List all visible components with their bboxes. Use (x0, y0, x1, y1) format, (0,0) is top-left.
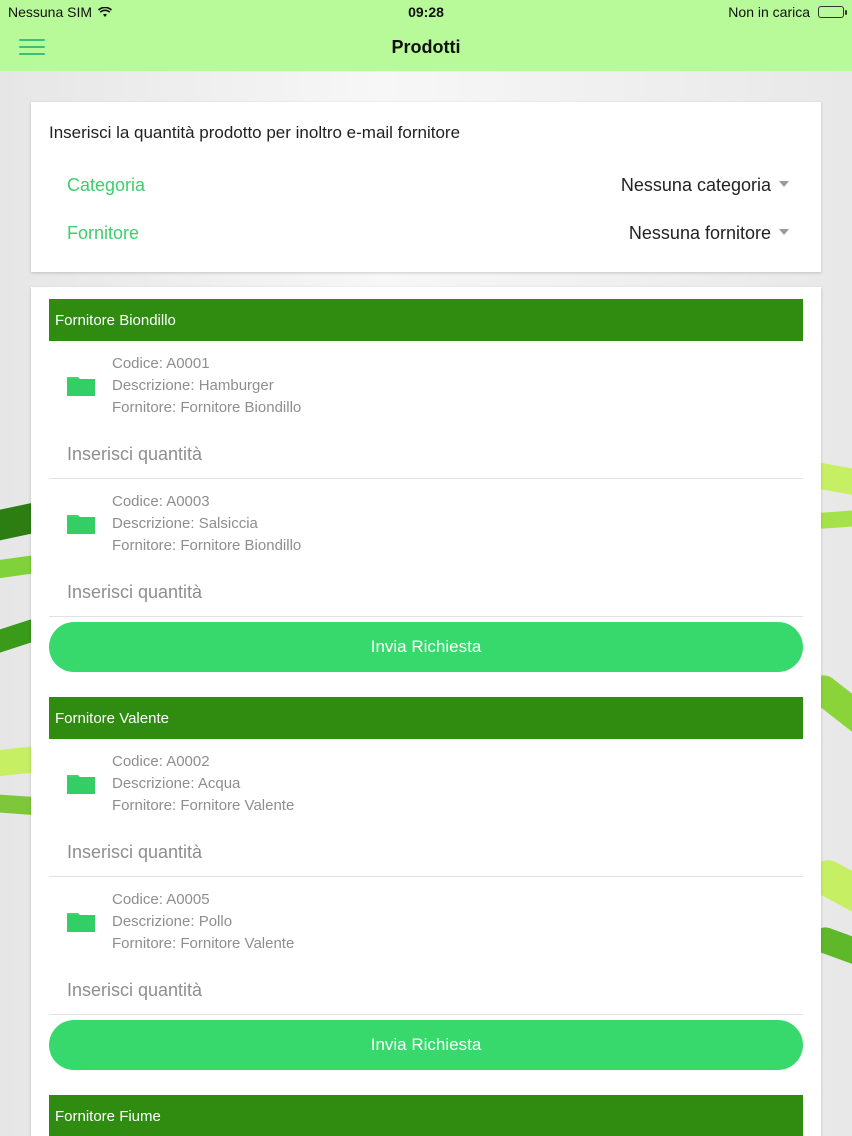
product-item: Codice: A0001 Descrizione: Hamburger For… (49, 341, 803, 479)
category-value: Nessuna categoria (620, 174, 771, 195)
status-time: 09:28 (408, 4, 444, 20)
battery-icon (818, 6, 847, 18)
product-item: Codice: A0003 Descrizione: Salsiccia For… (49, 479, 803, 617)
quantity-input[interactable] (67, 439, 767, 469)
group-header: Fornitore Fiume (49, 1095, 803, 1136)
product-item: Codice: A0002 Descrizione: Acqua Fornito… (49, 739, 803, 877)
supplier-group: Fornitore Valente Codice: A0002 Descrizi… (31, 697, 821, 1070)
quantity-input[interactable] (67, 975, 767, 1005)
wifi-icon (98, 6, 113, 17)
supplier-row: Fornitore Nessuna fornitore (67, 218, 789, 248)
folder-icon (67, 377, 95, 396)
supplier-value: Nessuna fornitore (628, 222, 771, 243)
chevron-down-icon (779, 181, 789, 187)
send-request-button[interactable]: Invia Richiesta (49, 1020, 803, 1070)
supplier-label: Fornitore (67, 222, 140, 243)
status-bar: Nessuna SIM 09:28 Non in carica (0, 0, 852, 24)
filter-card: Inserisci la quantità prodotto per inolt… (31, 102, 821, 272)
folder-icon (67, 775, 95, 794)
group-header: Fornitore Biondillo (49, 299, 803, 341)
product-supplier: Fornitore: Fornitore Valente (112, 935, 295, 952)
product-description: Descrizione: Salsiccia (112, 515, 258, 532)
send-request-button[interactable]: Invia Richiesta (49, 622, 803, 672)
folder-icon (67, 515, 95, 534)
hamburger-menu-icon[interactable] (19, 39, 45, 57)
chevron-down-icon (779, 229, 789, 235)
category-label: Categoria (67, 174, 146, 195)
supplier-group: Fornitore Biondillo Codice: A0001 Descri… (31, 299, 821, 672)
group-header: Fornitore Valente (49, 697, 803, 739)
nav-bar: Prodotti (0, 24, 852, 71)
folder-icon (67, 913, 95, 932)
product-description: Descrizione: Acqua (112, 775, 241, 792)
product-code: Codice: A0003 (112, 493, 210, 510)
product-code: Codice: A0005 (112, 891, 210, 908)
quantity-input[interactable] (67, 577, 767, 607)
product-supplier: Fornitore: Fornitore Biondillo (112, 399, 302, 416)
product-code: Codice: A0001 (112, 355, 210, 372)
product-description: Descrizione: Hamburger (112, 377, 274, 394)
supplier-select[interactable]: Nessuna fornitore (629, 223, 789, 244)
filter-instructions: Inserisci la quantità prodotto per inolt… (49, 123, 461, 142)
category-select[interactable]: Nessuna categoria (621, 175, 789, 196)
product-supplier: Fornitore: Fornitore Biondillo (112, 537, 302, 554)
product-supplier: Fornitore: Fornitore Valente (112, 797, 295, 814)
category-row: Categoria Nessuna categoria (67, 170, 789, 200)
carrier-label: Nessuna SIM (8, 4, 93, 20)
battery-status-label: Non in carica (728, 4, 810, 20)
product-item: Codice: A0005 Descrizione: Pollo Fornito… (49, 877, 803, 1015)
page-title: Prodotti (391, 37, 461, 57)
supplier-group: Fornitore Fiume (31, 1095, 821, 1136)
product-description: Descrizione: Pollo (112, 913, 233, 930)
product-code: Codice: A0002 (112, 753, 210, 770)
quantity-input[interactable] (67, 837, 767, 867)
product-list: Fornitore Biondillo Codice: A0001 Descri… (31, 287, 821, 1136)
